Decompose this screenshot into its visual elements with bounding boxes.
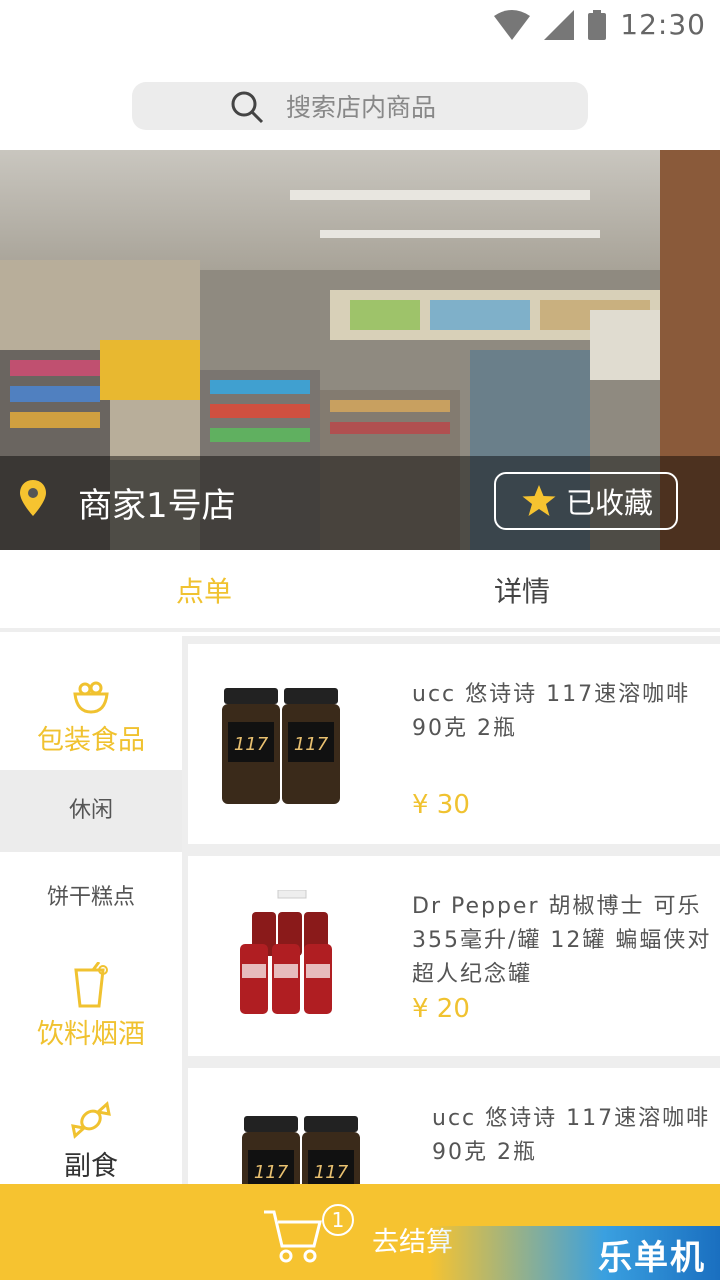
store-name: 商家1号店: [78, 486, 236, 526]
wifi-icon: [494, 9, 531, 40]
category-label: 副食: [64, 1151, 118, 1182]
drink-cup-icon: [74, 961, 108, 1008]
category-groceries[interactable]: 副食: [0, 1100, 182, 1185]
category-packaged-food[interactable]: 包装食品: [0, 640, 182, 770]
favorite-button[interactable]: 已收藏: [494, 472, 678, 530]
signal-icon: [544, 9, 575, 40]
tab-details[interactable]: 详情: [494, 570, 550, 610]
watermark-text: 乐单机: [598, 1238, 706, 1278]
subcategory-biscuits[interactable]: 饼干糕点: [0, 868, 182, 928]
star-icon: [522, 485, 556, 516]
search-input[interactable]: 搜索店内商品: [132, 82, 588, 130]
tab-order[interactable]: 点单: [176, 570, 232, 610]
checkout-bar: 1 去结算 乐单机: [0, 1184, 720, 1280]
svg-text:117: 117: [314, 1162, 349, 1183]
search-icon: [231, 91, 264, 124]
product-name: Dr Pepper 胡椒博士 可乐 355毫升/罐 12罐 蝙蝠侠对超人纪念罐: [412, 894, 712, 987]
cart-icon[interactable]: [262, 1208, 322, 1264]
search-header: 搜索店内商品: [0, 52, 720, 150]
search-placeholder: 搜索店内商品: [286, 93, 437, 122]
svg-text:117: 117: [254, 1162, 289, 1183]
product-image-soda: [240, 890, 332, 1014]
svg-text:117: 117: [234, 734, 269, 755]
product-price: ¥ 20: [412, 994, 470, 1024]
category-drinks[interactable]: 饮料烟酒: [0, 961, 182, 1072]
watermark-logo: 乐单机: [430, 1226, 720, 1280]
tab-bar: 点单 详情: [0, 550, 720, 632]
category-label: 饮料烟酒: [37, 1019, 145, 1050]
category-sidebar: 包装食品 休闲 饼干糕点 饮料烟酒 副食: [0, 640, 182, 1185]
product-card[interactable]: 117 117 ucc 悠诗诗 117速溶咖啡 90克 2瓶: [188, 1068, 720, 1186]
favorite-label: 已收藏: [566, 486, 654, 520]
clock: 12:30: [620, 8, 706, 41]
battery-icon: [588, 9, 607, 40]
svg-text:117: 117: [294, 734, 329, 755]
category-label: 饼干糕点: [46, 885, 135, 910]
candy-icon: [71, 1101, 111, 1139]
status-icons: 12:30: [494, 8, 706, 41]
status-bar: 12:30: [0, 0, 720, 52]
location-pin-icon: [20, 480, 46, 516]
category-label: 休闲: [68, 798, 113, 823]
product-card[interactable]: 117 117 ucc 悠诗诗 117速溶咖啡 90克 2瓶 ¥ 30: [188, 644, 720, 844]
cart-count-badge: 1: [322, 1204, 354, 1236]
product-list: 117 117 ucc 悠诗诗 117速溶咖啡 90克 2瓶 ¥ 30 Dr P…: [182, 636, 720, 1186]
product-name: ucc 悠诗诗 117速溶咖啡 90克 2瓶: [412, 682, 691, 741]
product-card[interactable]: Dr Pepper 胡椒博士 可乐 355毫升/罐 12罐 蝙蝠侠对超人纪念罐 …: [188, 856, 720, 1056]
category-label: 包装食品: [37, 725, 145, 756]
product-price: ¥ 30: [412, 790, 470, 820]
snack-bowl-icon: [73, 681, 109, 714]
subcategory-leisure[interactable]: 休闲: [0, 770, 182, 852]
product-image-coffee: 117 117: [222, 688, 340, 804]
product-name: ucc 悠诗诗 117速溶咖啡 90克 2瓶: [432, 1106, 711, 1165]
product-image-coffee: 117 117: [242, 1116, 360, 1186]
